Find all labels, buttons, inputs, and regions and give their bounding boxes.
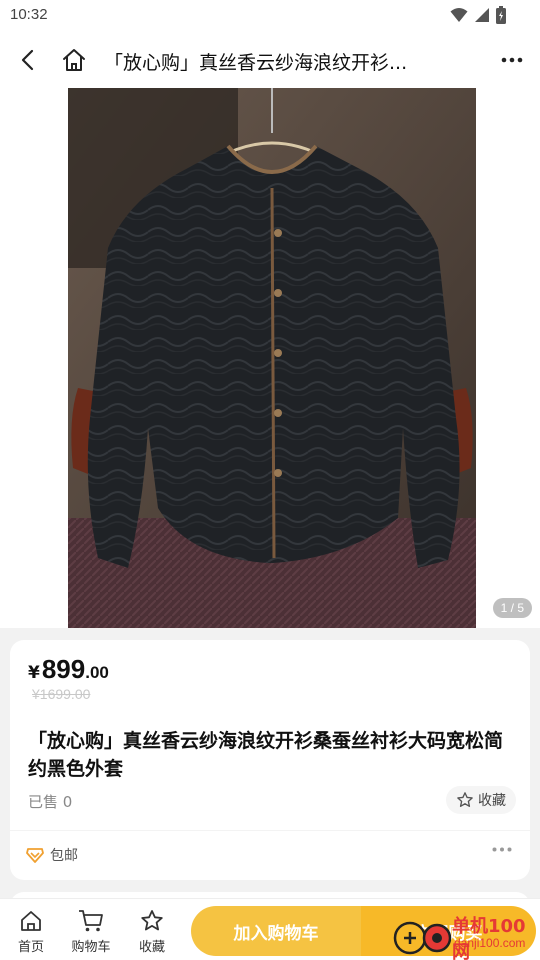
star-outline-icon <box>457 792 473 807</box>
shipping-row[interactable]: 包邮 <box>10 830 530 880</box>
product-photo <box>68 88 476 628</box>
gallery-page-indicator: 1 / 5 <box>492 598 532 618</box>
more-dots-icon <box>492 847 512 852</box>
price-decimal: .00 <box>85 663 109 682</box>
original-price: ¥1699.00 <box>32 686 91 702</box>
favorite-label: 收藏 <box>478 793 506 809</box>
shipping-info: 包邮 <box>26 845 78 865</box>
bottom-action-bar: 首页 购物车 收藏 加入购物车 立即购买 <box>0 898 540 960</box>
wifi-icon <box>450 8 468 22</box>
price-currency: ¥ <box>28 663 40 683</box>
tab-favorites-label: 收藏 <box>138 940 165 955</box>
battery-icon <box>496 6 506 24</box>
star-icon <box>141 910 163 931</box>
product-title: 「放心购」真丝香云纱海浪纹开衫桑蚕丝衬衫大码宽松简约黑色外套 <box>28 730 504 780</box>
tab-favorites[interactable]: 收藏 <box>124 909 180 955</box>
more-button[interactable] <box>494 42 530 78</box>
nav-bar: 「放心购」真丝香云纱海浪纹开衫... <box>0 32 540 88</box>
home-icon <box>63 49 85 71</box>
tab-home[interactable]: 首页 <box>3 909 59 955</box>
sold-count: 已售 0 <box>28 793 73 811</box>
status-bar: 10:32 <box>0 0 540 32</box>
price: ¥ 899 .00 <box>28 654 109 685</box>
cart-icon <box>79 910 103 932</box>
status-icons <box>450 5 506 25</box>
home-button[interactable] <box>56 42 92 78</box>
price-integer: 899 <box>41 654 86 684</box>
buy-now-button[interactable]: 立即购买 <box>361 906 536 956</box>
tab-cart[interactable]: 购物车 <box>63 909 119 955</box>
tab-home-label: 首页 <box>17 940 44 955</box>
status-time: 10:32 <box>10 6 48 23</box>
back-arrow-icon <box>21 49 34 71</box>
tab-cart-label: 购物车 <box>71 940 111 955</box>
signal-icon <box>475 8 489 22</box>
back-button[interactable] <box>10 42 46 78</box>
product-gallery[interactable]: 1 / 5 <box>0 88 540 628</box>
page-title: 「放心购」真丝香云纱海浪纹开衫... <box>104 52 408 74</box>
home-icon <box>21 911 41 931</box>
shipping-label: 包邮 <box>50 848 78 864</box>
product-info-card: ¥ 899 .00 ¥1699.00 「放心购」真丝香云纱海浪纹开衫桑蚕丝衬衫大… <box>10 640 530 830</box>
free-shipping-icon <box>26 848 44 863</box>
more-dots-icon <box>501 57 523 63</box>
add-to-cart-button[interactable]: 加入购物车 <box>191 906 361 956</box>
favorite-button[interactable]: 收藏 <box>446 786 516 814</box>
